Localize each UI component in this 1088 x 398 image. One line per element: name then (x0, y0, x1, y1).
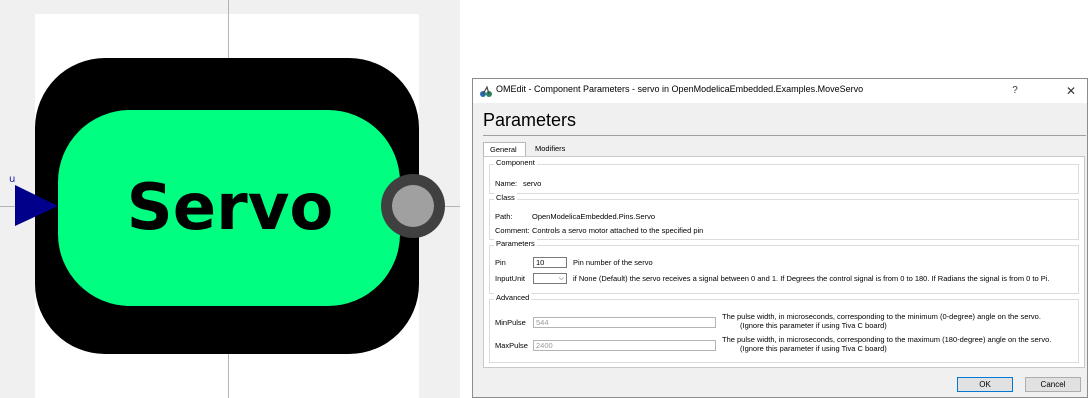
maxpulse-description-line1: The pulse width, in microseconds, corres… (722, 335, 1052, 344)
servo-icon-text: Servo (126, 171, 334, 245)
parameters-group-title: Parameters (494, 239, 537, 248)
parameters-heading: Parameters (483, 110, 577, 130)
close-button[interactable]: ✕ (1059, 82, 1083, 100)
chevron-down-icon: ⌵ (558, 275, 564, 282)
maxpulse-description-line2: (Ignore this parameter if using Tiva C b… (740, 344, 887, 353)
comment-label: Comment: (495, 226, 530, 235)
tab-modifiers[interactable]: Modifiers (529, 142, 573, 156)
component-group-title: Component (494, 158, 537, 167)
cancel-button[interactable]: Cancel (1025, 377, 1081, 392)
parameters-group: Parameters Pin 10 Pin number of the serv… (489, 239, 1079, 294)
minpulse-description-line1: The pulse width, in microseconds, corres… (722, 312, 1041, 321)
inputunit-label: InputUnit (495, 274, 526, 283)
comment-value: Controls a servo motor attached to the s… (532, 226, 704, 235)
minpulse-input[interactable]: 544 (533, 317, 716, 328)
pin-input[interactable]: 10 (533, 257, 567, 268)
heading-divider (483, 135, 1086, 136)
inputunit-description: if None (Default) the servo receives a s… (573, 274, 1050, 283)
minpulse-label: MinPulse (495, 318, 526, 327)
component-parameters-dialog: OMEdit - Component Parameters - servo in… (472, 78, 1088, 398)
class-group: Class Path: OpenModelicaEmbedded.Pins.Se… (489, 193, 1079, 240)
help-button[interactable]: ? (1005, 82, 1025, 100)
omedit-app-icon (480, 85, 492, 97)
input-connector-label: u (9, 174, 16, 185)
path-value: OpenModelicaEmbedded.Pins.Servo (532, 212, 655, 221)
diagram-canvas[interactable]: u Servo (0, 0, 460, 398)
path-label: Path: (495, 212, 513, 221)
dialog-titlebar[interactable]: OMEdit - Component Parameters - servo in… (473, 79, 1087, 103)
class-group-title: Class (494, 193, 517, 202)
pin-label: Pin (495, 258, 506, 267)
advanced-group-title: Advanced (494, 293, 532, 302)
inputunit-select[interactable]: ⌵ (533, 273, 567, 284)
tab-general[interactable]: General (483, 142, 526, 157)
name-label: Name: (495, 179, 518, 188)
name-value: servo (523, 179, 542, 188)
ok-button[interactable]: OK (957, 377, 1013, 392)
minpulse-description-line2: (Ignore this parameter if using Tiva C b… (740, 321, 887, 330)
advanced-group: Advanced MinPulse 544 The pulse width, i… (489, 293, 1079, 363)
component-group: Component Name: servo (489, 158, 1079, 194)
maxpulse-input[interactable]: 2400 (533, 340, 716, 351)
dialog-title: OMEdit - Component Parameters - servo in… (496, 84, 864, 94)
general-tab-panel: Component Name: servo Class Path: OpenMo… (483, 156, 1085, 368)
pin-description: Pin number of the servo (573, 258, 653, 267)
maxpulse-label: MaxPulse (495, 341, 528, 350)
